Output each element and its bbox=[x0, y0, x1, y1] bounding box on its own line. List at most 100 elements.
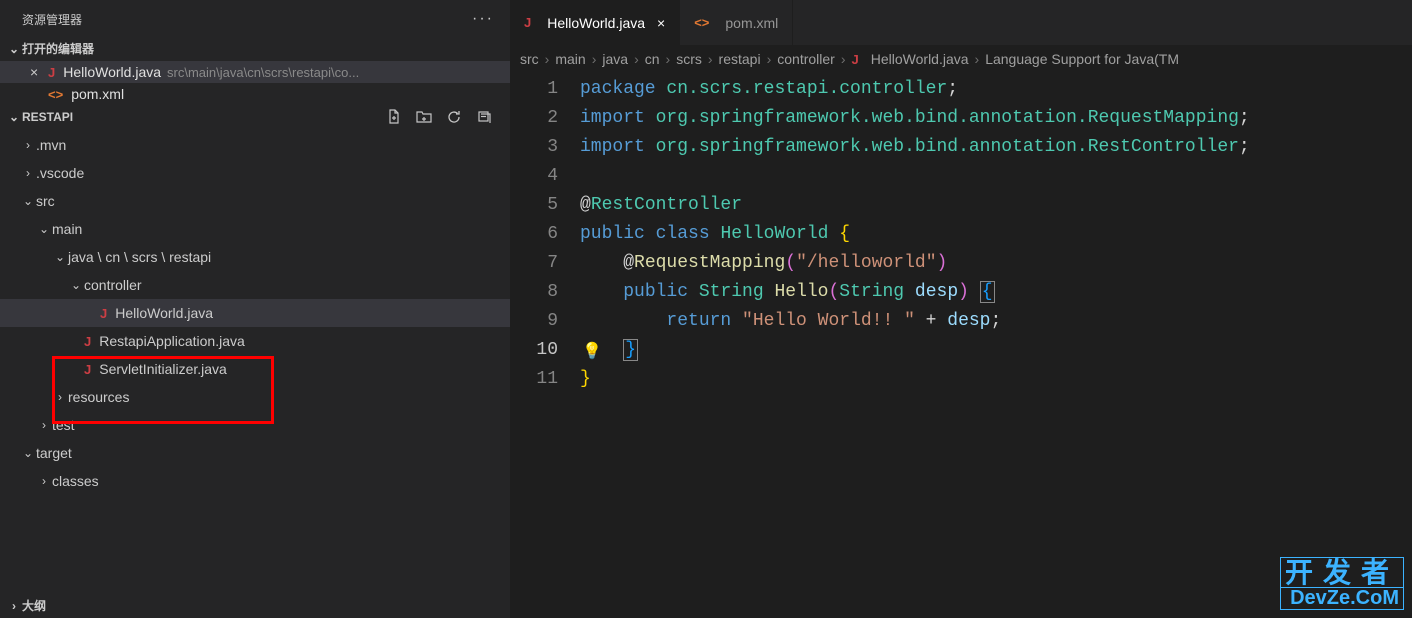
tree-label: main bbox=[52, 221, 82, 237]
tree-item[interactable]: ⌄src bbox=[0, 187, 510, 215]
token: org.springframework.web.bind.annotation.… bbox=[656, 108, 1239, 128]
line-number: 5 bbox=[510, 191, 558, 220]
java-icon: J bbox=[84, 362, 91, 377]
chevron-down-icon: ⌄ bbox=[68, 278, 84, 292]
chevron-right-icon: › bbox=[765, 51, 774, 67]
tree-item[interactable]: ›resources bbox=[0, 383, 510, 411]
token: HelloWorld bbox=[720, 224, 839, 244]
line-number: 6 bbox=[510, 220, 558, 249]
tab-label: pom.xml bbox=[725, 15, 778, 31]
new-file-icon[interactable] bbox=[386, 109, 402, 125]
sidebar: 资源管理器 ··· ⌄ 打开的编辑器 ×JHelloWorld.javasrc\… bbox=[0, 0, 510, 618]
tree-item[interactable]: JHelloWorld.java bbox=[0, 299, 510, 327]
tree-item[interactable]: ›.mvn bbox=[0, 131, 510, 159]
tab-bar: JHelloWorld.java×<>pom.xml bbox=[510, 0, 1412, 45]
chevron-right-icon: › bbox=[20, 138, 36, 152]
outline-header[interactable]: › 大纲 bbox=[0, 593, 510, 618]
tree-label: resources bbox=[68, 389, 129, 405]
java-icon: J bbox=[48, 65, 55, 80]
tree-label: ServletInitializer.java bbox=[99, 361, 227, 377]
java-icon: J bbox=[852, 52, 859, 67]
code-line[interactable]: } bbox=[580, 336, 1412, 365]
tree-item[interactable]: ⌄controller bbox=[0, 271, 510, 299]
tree-item[interactable]: ⌄java \ cn \ scrs \ restapi bbox=[0, 243, 510, 271]
chevron-right-icon: › bbox=[664, 51, 673, 67]
tree-label: target bbox=[36, 445, 72, 461]
breadcrumb-item[interactable]: controller bbox=[777, 51, 835, 67]
token: public class bbox=[580, 224, 720, 244]
chevron-down-icon: ⌄ bbox=[6, 110, 22, 124]
tree-item[interactable]: ›.vscode bbox=[0, 159, 510, 187]
token: desp bbox=[915, 282, 958, 302]
breadcrumb-item[interactable]: java bbox=[602, 51, 628, 67]
outline-label: 大纲 bbox=[22, 597, 46, 614]
chevron-down-icon: ⌄ bbox=[6, 42, 22, 56]
new-folder-icon[interactable] bbox=[416, 109, 432, 125]
token bbox=[580, 253, 623, 273]
breadcrumb-item[interactable]: restapi bbox=[719, 51, 761, 67]
tree-item[interactable]: ›classes bbox=[0, 467, 510, 495]
token: import bbox=[580, 137, 656, 157]
breadcrumb-item[interactable]: main bbox=[555, 51, 585, 67]
tree-label: RestapiApplication.java bbox=[99, 333, 245, 349]
tree-item[interactable]: J ServletInitializer.java bbox=[0, 355, 510, 383]
code-line[interactable]: @RestController bbox=[580, 191, 1412, 220]
tree-item[interactable]: ›test bbox=[0, 411, 510, 439]
java-icon: J bbox=[84, 334, 91, 349]
explorer-title: 资源管理器 bbox=[22, 11, 82, 28]
tree-item[interactable]: ⌄main bbox=[0, 215, 510, 243]
project-header[interactable]: ⌄ RESTAPI bbox=[0, 105, 510, 129]
breadcrumb-item[interactable]: src bbox=[520, 51, 539, 67]
breadcrumb-file[interactable]: HelloWorld.java bbox=[871, 51, 969, 67]
code-line[interactable]: import org.springframework.web.bind.anno… bbox=[580, 133, 1412, 162]
code-line[interactable]: public String Hello(String desp) { bbox=[580, 278, 1412, 307]
tree-label: HelloWorld.java bbox=[115, 305, 213, 321]
open-editors-header[interactable]: ⌄ 打开的编辑器 bbox=[0, 36, 510, 61]
collapse-all-icon[interactable] bbox=[476, 109, 492, 125]
tab[interactable]: <>pom.xml bbox=[680, 0, 793, 45]
tree-item[interactable]: ⌄target bbox=[0, 439, 510, 467]
open-editors-label: 打开的编辑器 bbox=[22, 40, 94, 57]
tree-item[interactable]: J RestapiApplication.java bbox=[0, 327, 510, 355]
close-icon[interactable]: × bbox=[657, 15, 665, 31]
token: @ bbox=[623, 253, 634, 273]
breadcrumb-tail[interactable]: Language Support for Java(TM bbox=[985, 51, 1179, 67]
open-editor-item[interactable]: ×JHelloWorld.javasrc\main\java\cn\scrs\r… bbox=[0, 61, 510, 83]
code-editor[interactable]: 1234567891011💡 package cn.scrs.restapi.c… bbox=[510, 73, 1412, 618]
code-content[interactable]: package cn.scrs.restapi.controller;impor… bbox=[580, 75, 1412, 618]
open-editor-item[interactable]: <>pom.xml bbox=[0, 83, 510, 105]
breadcrumb-item[interactable]: cn bbox=[645, 51, 660, 67]
chevron-right-icon: › bbox=[590, 51, 599, 67]
token: } bbox=[623, 339, 638, 361]
code-line[interactable]: public class HelloWorld { bbox=[580, 220, 1412, 249]
tree-label: classes bbox=[52, 473, 99, 489]
tab[interactable]: JHelloWorld.java× bbox=[510, 0, 680, 45]
token: String bbox=[839, 282, 915, 302]
code-line[interactable]: @RequestMapping("/helloworld") bbox=[580, 249, 1412, 278]
code-line[interactable] bbox=[580, 162, 1412, 191]
token: public bbox=[623, 282, 699, 302]
xml-icon: <> bbox=[48, 87, 63, 102]
line-number: 2 bbox=[510, 104, 558, 133]
line-number: 3 bbox=[510, 133, 558, 162]
chevron-right-icon: › bbox=[973, 51, 982, 67]
code-line[interactable]: import org.springframework.web.bind.anno… bbox=[580, 104, 1412, 133]
token bbox=[580, 282, 623, 302]
watermark: 开发者 DevZe.CoM bbox=[1280, 557, 1404, 610]
token: package bbox=[580, 79, 666, 99]
token: ; bbox=[991, 311, 1002, 331]
refresh-icon[interactable] bbox=[446, 109, 462, 125]
watermark-line1: 开发者 bbox=[1280, 557, 1404, 588]
breadcrumb-item[interactable]: scrs bbox=[676, 51, 702, 67]
code-line[interactable]: } bbox=[580, 365, 1412, 394]
more-icon[interactable]: ··· bbox=[472, 10, 494, 28]
line-number: 11 bbox=[510, 365, 558, 394]
chevron-right-icon: › bbox=[839, 51, 848, 67]
token: String bbox=[699, 282, 775, 302]
token: } bbox=[580, 369, 591, 389]
token: desp bbox=[947, 311, 990, 331]
code-line[interactable]: return "Hello World!! " + desp; bbox=[580, 307, 1412, 336]
line-number: 8 bbox=[510, 278, 558, 307]
code-line[interactable]: package cn.scrs.restapi.controller; bbox=[580, 75, 1412, 104]
close-icon[interactable]: × bbox=[30, 64, 48, 80]
